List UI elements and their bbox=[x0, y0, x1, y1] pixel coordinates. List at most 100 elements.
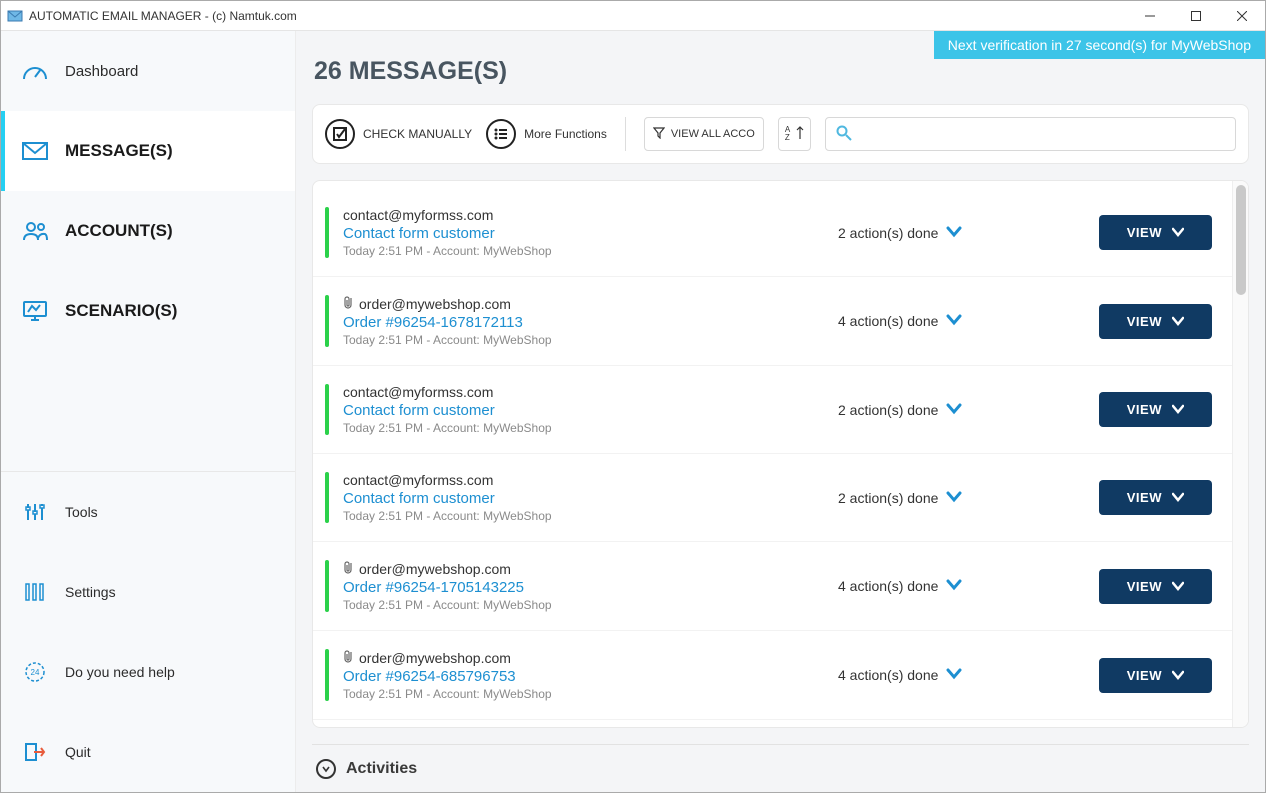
sidebar-item-quit[interactable]: Quit bbox=[1, 712, 295, 792]
accent-bar bbox=[325, 649, 329, 701]
minimize-button[interactable] bbox=[1127, 1, 1173, 30]
view-button[interactable]: VIEW bbox=[1099, 658, 1212, 693]
chevron-down-icon bbox=[1172, 668, 1184, 683]
message-row[interactable]: order@mywebshop.comOrder #96254-16781721… bbox=[313, 277, 1232, 366]
message-actions[interactable]: 2 action(s) done bbox=[838, 402, 1038, 418]
accent-bar bbox=[325, 384, 329, 435]
sidebar-item-dashboard[interactable]: Dashboard bbox=[1, 31, 295, 111]
chevron-down-icon bbox=[946, 402, 962, 418]
search-icon bbox=[836, 125, 852, 144]
sidebar-item-label: Settings bbox=[65, 584, 116, 600]
message-meta: Today 2:51 PM - Account: MyWebShop bbox=[343, 333, 824, 347]
scroll-thumb[interactable] bbox=[1236, 185, 1246, 295]
message-actions[interactable]: 2 action(s) done bbox=[838, 225, 1038, 241]
sidebar-item-scenarios[interactable]: SCENARIO(S) bbox=[1, 271, 295, 351]
chevron-down-icon bbox=[946, 313, 962, 329]
message-from: contact@myformss.com bbox=[343, 384, 824, 400]
message-from: order@mywebshop.com bbox=[343, 295, 824, 312]
message-actions[interactable]: 4 action(s) done bbox=[838, 578, 1038, 594]
window-title: AUTOMATIC EMAIL MANAGER - (c) Namtuk.com bbox=[29, 9, 1127, 23]
message-text-block: contact@myformss.comContact form custome… bbox=[343, 207, 824, 258]
sidebar-item-messages[interactable]: MESSAGE(S) bbox=[1, 111, 295, 191]
accent-bar bbox=[325, 295, 329, 347]
list-icon bbox=[486, 119, 516, 149]
message-row[interactable]: contact@myformss.comContact form custome… bbox=[313, 189, 1232, 277]
message-actions[interactable]: 4 action(s) done bbox=[838, 667, 1038, 683]
chevron-down-icon bbox=[1172, 579, 1184, 594]
message-text-block: order@mywebshop.comOrder #96254-68579675… bbox=[343, 649, 824, 701]
actions-count-label: 4 action(s) done bbox=[838, 667, 938, 683]
search-input[interactable] bbox=[852, 127, 1225, 142]
chevron-down-icon bbox=[1172, 225, 1184, 240]
chevron-down-icon bbox=[1172, 402, 1184, 417]
messages-panel: contact@myformss.com Contact form custome… bbox=[312, 180, 1249, 728]
sort-arrow-icon bbox=[796, 126, 804, 143]
view-all-accounts-dropdown[interactable]: VIEW ALL ACCO bbox=[644, 117, 764, 151]
activities-section[interactable]: Activities bbox=[312, 744, 1249, 792]
sort-button[interactable]: AZ bbox=[778, 117, 811, 151]
sidebar-item-label: Quit bbox=[65, 744, 91, 760]
sidebar-item-label: MESSAGE(S) bbox=[65, 141, 173, 161]
view-button[interactable]: VIEW bbox=[1099, 392, 1212, 427]
message-meta: Today 2:51 PM - Account: MyWebShop bbox=[343, 598, 824, 612]
view-button-label: VIEW bbox=[1127, 314, 1162, 329]
attachment-icon bbox=[343, 295, 354, 312]
accent-bar bbox=[325, 560, 329, 612]
message-actions[interactable]: 4 action(s) done bbox=[838, 313, 1038, 329]
search-box[interactable] bbox=[825, 117, 1236, 151]
message-subject: Contact form customer bbox=[343, 402, 824, 419]
toolbar: CHECK MANUALLY More Functions VIEW ALL A… bbox=[312, 104, 1249, 164]
message-row[interactable]: order@mywebshop.comOrder #96254-68579675… bbox=[313, 631, 1232, 720]
main-content: Next verification in 27 second(s) for My… bbox=[296, 31, 1265, 792]
activities-label: Activities bbox=[346, 760, 417, 778]
tools-icon bbox=[21, 500, 49, 524]
sidebar-bottom: Tools Settings 24 Do you need help bbox=[1, 471, 295, 792]
view-button-label: VIEW bbox=[1127, 668, 1162, 683]
actions-count-label: 2 action(s) done bbox=[838, 490, 938, 506]
check-manually-button[interactable]: CHECK MANUALLY bbox=[325, 119, 472, 149]
titlebar: AUTOMATIC EMAIL MANAGER - (c) Namtuk.com bbox=[1, 1, 1265, 31]
chevron-down-icon bbox=[946, 578, 962, 594]
message-meta: Today 2:51 PM - Account: MyWebShop bbox=[343, 687, 824, 701]
message-subject: Order #96254-1705143225 bbox=[343, 579, 824, 596]
close-button[interactable] bbox=[1219, 1, 1265, 30]
maximize-button[interactable] bbox=[1173, 1, 1219, 30]
app-window: AUTOMATIC EMAIL MANAGER - (c) Namtuk.com… bbox=[0, 0, 1266, 793]
funnel-icon bbox=[653, 127, 665, 142]
sidebar-item-label: ACCOUNT(S) bbox=[65, 221, 173, 241]
message-meta: Today 2:51 PM - Account: MyWebShop bbox=[343, 421, 824, 435]
messages-list: contact@myformss.com Contact form custome… bbox=[313, 181, 1232, 727]
sidebar-item-tools[interactable]: Tools bbox=[1, 472, 295, 552]
messages-icon bbox=[21, 139, 49, 163]
sidebar-item-help[interactable]: 24 Do you need help bbox=[1, 632, 295, 712]
sidebar: Dashboard MESSAGE(S) ACCOUNT(S) bbox=[1, 31, 296, 792]
view-button[interactable]: VIEW bbox=[1099, 215, 1212, 250]
view-button[interactable]: VIEW bbox=[1099, 304, 1212, 339]
check-icon bbox=[325, 119, 355, 149]
view-button[interactable]: VIEW bbox=[1099, 480, 1212, 515]
view-button-label: VIEW bbox=[1127, 225, 1162, 240]
more-functions-button[interactable]: More Functions bbox=[486, 119, 607, 149]
view-button-label: VIEW bbox=[1127, 490, 1162, 505]
app-icon bbox=[7, 8, 23, 24]
sidebar-item-settings[interactable]: Settings bbox=[1, 552, 295, 632]
actions-count-label: 4 action(s) done bbox=[838, 313, 938, 329]
message-from: contact@myformss.com bbox=[343, 472, 824, 488]
scenarios-icon bbox=[21, 299, 49, 323]
message-row[interactable]: contact@myformss.com Contact form custome… bbox=[313, 366, 1232, 454]
chevron-down-icon bbox=[946, 225, 962, 241]
actions-count-label: 2 action(s) done bbox=[838, 225, 938, 241]
chevron-down-icon bbox=[1172, 314, 1184, 329]
svg-text:24: 24 bbox=[31, 668, 40, 677]
accent-bar bbox=[325, 472, 329, 523]
quit-icon bbox=[21, 740, 49, 764]
message-meta: Today 2:51 PM - Account: MyWebShop bbox=[343, 509, 824, 523]
view-button[interactable]: VIEW bbox=[1099, 569, 1212, 604]
message-actions[interactable]: 2 action(s) done bbox=[838, 490, 1038, 506]
sidebar-item-accounts[interactable]: ACCOUNT(S) bbox=[1, 191, 295, 271]
scrollbar[interactable] bbox=[1232, 181, 1248, 727]
message-row[interactable]: contact@myformss.comContact form custome… bbox=[313, 454, 1232, 542]
attachment-icon bbox=[343, 649, 354, 666]
message-subject: Order #96254-685796753 bbox=[343, 668, 824, 685]
message-row[interactable]: order@mywebshop.comOrder #96254-17051432… bbox=[313, 542, 1232, 631]
